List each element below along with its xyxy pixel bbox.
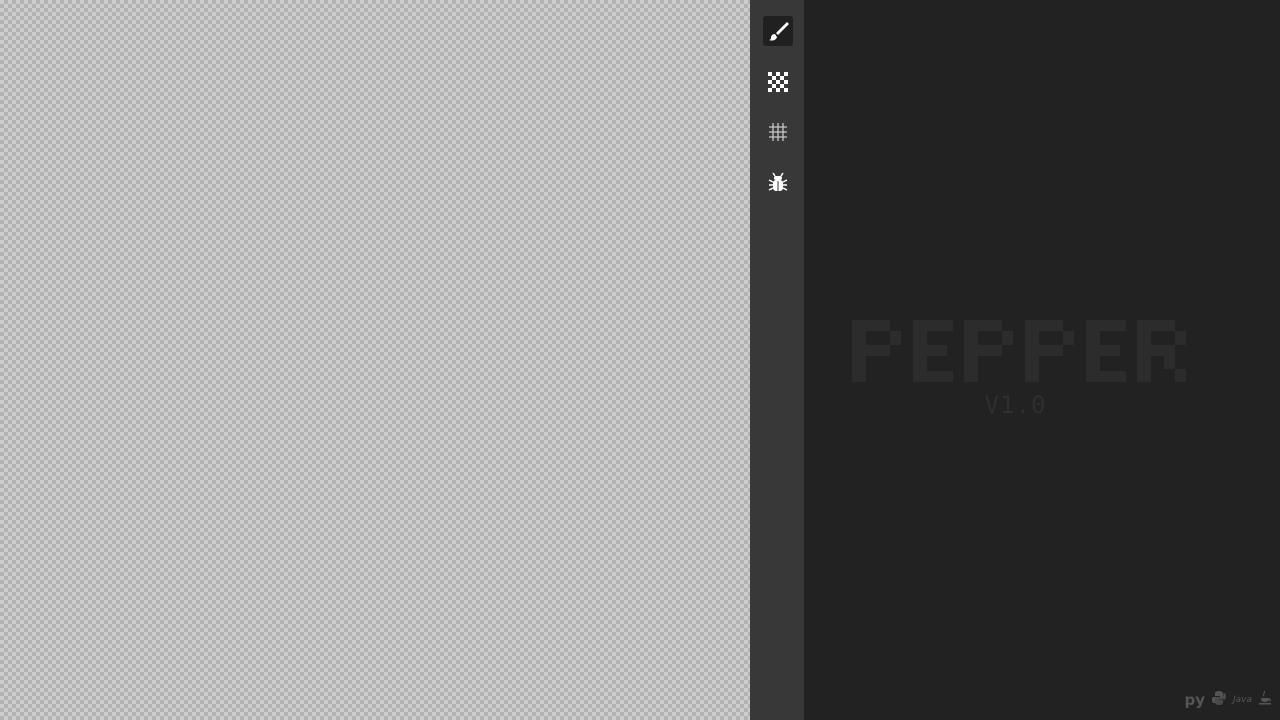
py-label: py (1184, 691, 1205, 709)
bug-icon (768, 172, 788, 191)
version-label: V1.0 (984, 391, 1047, 419)
debug-tool-button[interactable] (763, 167, 793, 197)
checkerboard-icon (768, 72, 788, 92)
brush-tool-button[interactable] (763, 16, 793, 46)
app-logo: PEPPER (852, 318, 1188, 384)
brush-icon (769, 22, 789, 41)
footer-icons: py Java (1184, 690, 1272, 710)
drawing-canvas[interactable] (0, 0, 750, 720)
checkerboard-tool-button[interactable] (763, 67, 793, 97)
java-label: Java (1232, 695, 1252, 705)
python-icon (1211, 690, 1227, 710)
grid-tool-button[interactable] (763, 117, 793, 147)
java-cup-icon (1258, 690, 1272, 710)
info-panel: PEPPER (804, 0, 1280, 720)
app-window: PEPPER (0, 0, 1280, 720)
grid-icon (769, 123, 787, 141)
tool-bar (750, 0, 804, 720)
